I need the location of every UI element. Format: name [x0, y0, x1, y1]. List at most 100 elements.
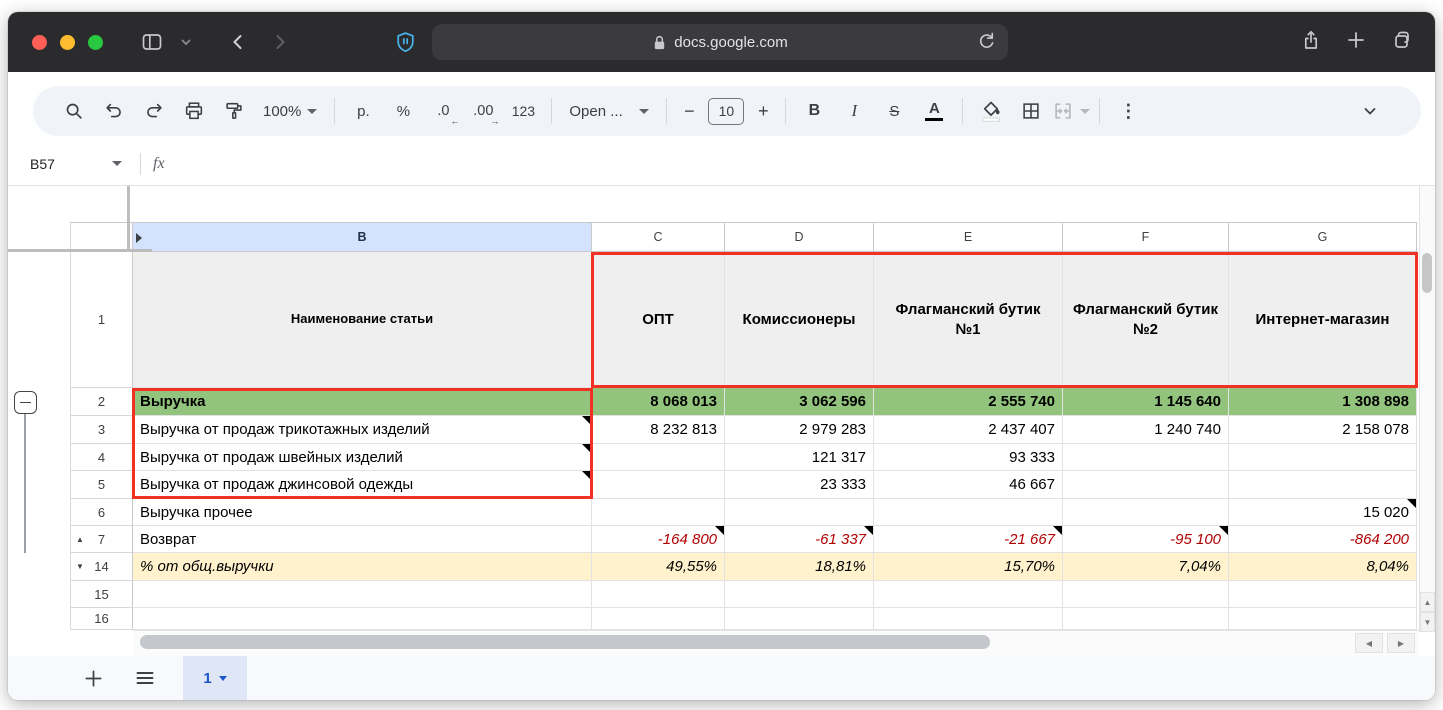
cell-C3[interactable]: 8 232 813: [592, 416, 725, 444]
undo-button[interactable]: [95, 92, 133, 130]
decrease-decimal-button[interactable]: .0 ←: [424, 92, 462, 130]
minimize-button[interactable]: [60, 35, 75, 50]
cell-D15[interactable]: [725, 581, 874, 608]
cell-G14[interactable]: 8,04%: [1229, 553, 1417, 581]
cell-D1[interactable]: Комиссионеры: [725, 252, 874, 388]
cell-F3[interactable]: 1 240 740: [1063, 416, 1229, 444]
sidebar-dropdown-button[interactable]: [169, 27, 203, 57]
row-header-14[interactable]: 14▼: [70, 553, 133, 581]
cell-D7[interactable]: -61 337: [725, 526, 874, 553]
back-button[interactable]: [221, 27, 255, 57]
add-sheet-button[interactable]: [73, 658, 113, 698]
cell-G1[interactable]: Интернет-магазин: [1229, 252, 1417, 388]
cell-E5[interactable]: 46 667: [874, 471, 1063, 499]
paint-format-button[interactable]: [215, 92, 253, 130]
row-header-5[interactable]: 5: [70, 471, 133, 499]
row-header-7[interactable]: 7▲: [70, 526, 133, 553]
cell-F7[interactable]: -95 100: [1063, 526, 1229, 553]
more-options-button[interactable]: ⋮: [1109, 92, 1147, 130]
print-button[interactable]: [175, 92, 213, 130]
name-box[interactable]: B57: [30, 156, 122, 172]
row-header-3[interactable]: 3: [70, 416, 133, 444]
search-button[interactable]: [55, 92, 93, 130]
cell-B7[interactable]: Возврат: [133, 526, 592, 553]
scroll-left-button[interactable]: ◀: [1355, 633, 1383, 653]
increase-font-size-button[interactable]: +: [750, 92, 776, 130]
cell-E7[interactable]: -21 667: [874, 526, 1063, 553]
forward-button[interactable]: [263, 27, 297, 57]
cell-D4[interactable]: 121 317: [725, 444, 874, 471]
reload-button[interactable]: [975, 30, 998, 57]
group-collapse-button[interactable]: [14, 391, 37, 414]
sidebar-toggle-button[interactable]: [135, 27, 169, 57]
currency-format-button[interactable]: р.: [344, 92, 382, 130]
column-header-F[interactable]: F: [1063, 222, 1229, 252]
cell-E4[interactable]: 93 333: [874, 444, 1063, 471]
increase-decimal-button[interactable]: .00 →: [464, 92, 502, 130]
toolbar-collapse-button[interactable]: [1351, 92, 1389, 130]
cell-E16[interactable]: [874, 608, 1063, 630]
row-header-15[interactable]: 15: [70, 581, 133, 608]
bold-button[interactable]: B: [795, 92, 833, 130]
cell-D14[interactable]: 18,81%: [725, 553, 874, 581]
cell-C6[interactable]: [592, 499, 725, 526]
row-header-2[interactable]: 2: [70, 388, 133, 416]
cell-G16[interactable]: [1229, 608, 1417, 630]
text-color-button[interactable]: A: [915, 92, 953, 130]
column-header-G[interactable]: G: [1229, 222, 1417, 252]
row-header-4[interactable]: 4: [70, 444, 133, 471]
cell-B1[interactable]: Наименование статьи: [133, 252, 592, 388]
cell-C14[interactable]: 49,55%: [592, 553, 725, 581]
cell-E1[interactable]: Флагманский бутик №1: [874, 252, 1063, 388]
cell-C7[interactable]: -164 800: [592, 526, 725, 553]
vertical-scrollbar-thumb[interactable]: [1422, 253, 1432, 293]
strikethrough-button[interactable]: S: [875, 92, 913, 130]
cell-C15[interactable]: [592, 581, 725, 608]
cell-F6[interactable]: [1063, 499, 1229, 526]
cell-F14[interactable]: 7,04%: [1063, 553, 1229, 581]
cell-D2[interactable]: 3 062 596: [725, 388, 874, 416]
group-expand-icon[interactable]: ▼: [76, 562, 84, 571]
cell-F1[interactable]: Флагманский бутик №2: [1063, 252, 1229, 388]
group-collapse-icon[interactable]: ▲: [76, 535, 84, 544]
fullscreen-button[interactable]: [88, 35, 103, 50]
cell-C16[interactable]: [592, 608, 725, 630]
all-sheets-button[interactable]: [125, 658, 165, 698]
borders-button[interactable]: [1012, 92, 1050, 130]
italic-button[interactable]: I: [835, 92, 873, 130]
cell-C5[interactable]: [592, 471, 725, 499]
row-header-16[interactable]: 16: [70, 608, 133, 630]
cell-B4[interactable]: Выручка от продаж швейных изделий: [133, 444, 592, 471]
cell-F15[interactable]: [1063, 581, 1229, 608]
cell-E6[interactable]: [874, 499, 1063, 526]
extension-shield-button[interactable]: [388, 27, 422, 57]
cell-B6[interactable]: Выручка прочее: [133, 499, 592, 526]
horizontal-scrollbar-thumb[interactable]: [140, 635, 990, 649]
cell-E3[interactable]: 2 437 407: [874, 416, 1063, 444]
column-header-D[interactable]: D: [725, 222, 874, 252]
cell-B5[interactable]: Выручка от продаж джинсовой одежды: [133, 471, 592, 499]
cell-C4[interactable]: [592, 444, 725, 471]
fill-color-button[interactable]: [972, 92, 1010, 130]
decrease-font-size-button[interactable]: −: [676, 92, 702, 130]
address-bar[interactable]: docs.google.com: [432, 24, 1008, 60]
hidden-column-indicator-icon[interactable]: [136, 233, 142, 243]
cell-G4[interactable]: [1229, 444, 1417, 471]
cell-G15[interactable]: [1229, 581, 1417, 608]
redo-button[interactable]: [135, 92, 173, 130]
cell-E14[interactable]: 15,70%: [874, 553, 1063, 581]
scroll-up-button[interactable]: ▲: [1420, 592, 1435, 612]
cell-F5[interactable]: [1063, 471, 1229, 499]
number-format-button[interactable]: 123: [504, 92, 542, 130]
cell-F4[interactable]: [1063, 444, 1229, 471]
column-header-C[interactable]: C: [592, 222, 725, 252]
cell-D16[interactable]: [725, 608, 874, 630]
cell-E2[interactable]: 2 555 740: [874, 388, 1063, 416]
cell-D5[interactable]: 23 333: [725, 471, 874, 499]
merge-cells-button[interactable]: [1052, 92, 1090, 130]
cell-B15[interactable]: [133, 581, 592, 608]
scroll-right-button[interactable]: ▶: [1387, 633, 1415, 653]
cell-B14[interactable]: % от общ.выручки: [133, 553, 592, 581]
cell-D6[interactable]: [725, 499, 874, 526]
scroll-down-button[interactable]: ▼: [1420, 612, 1435, 632]
